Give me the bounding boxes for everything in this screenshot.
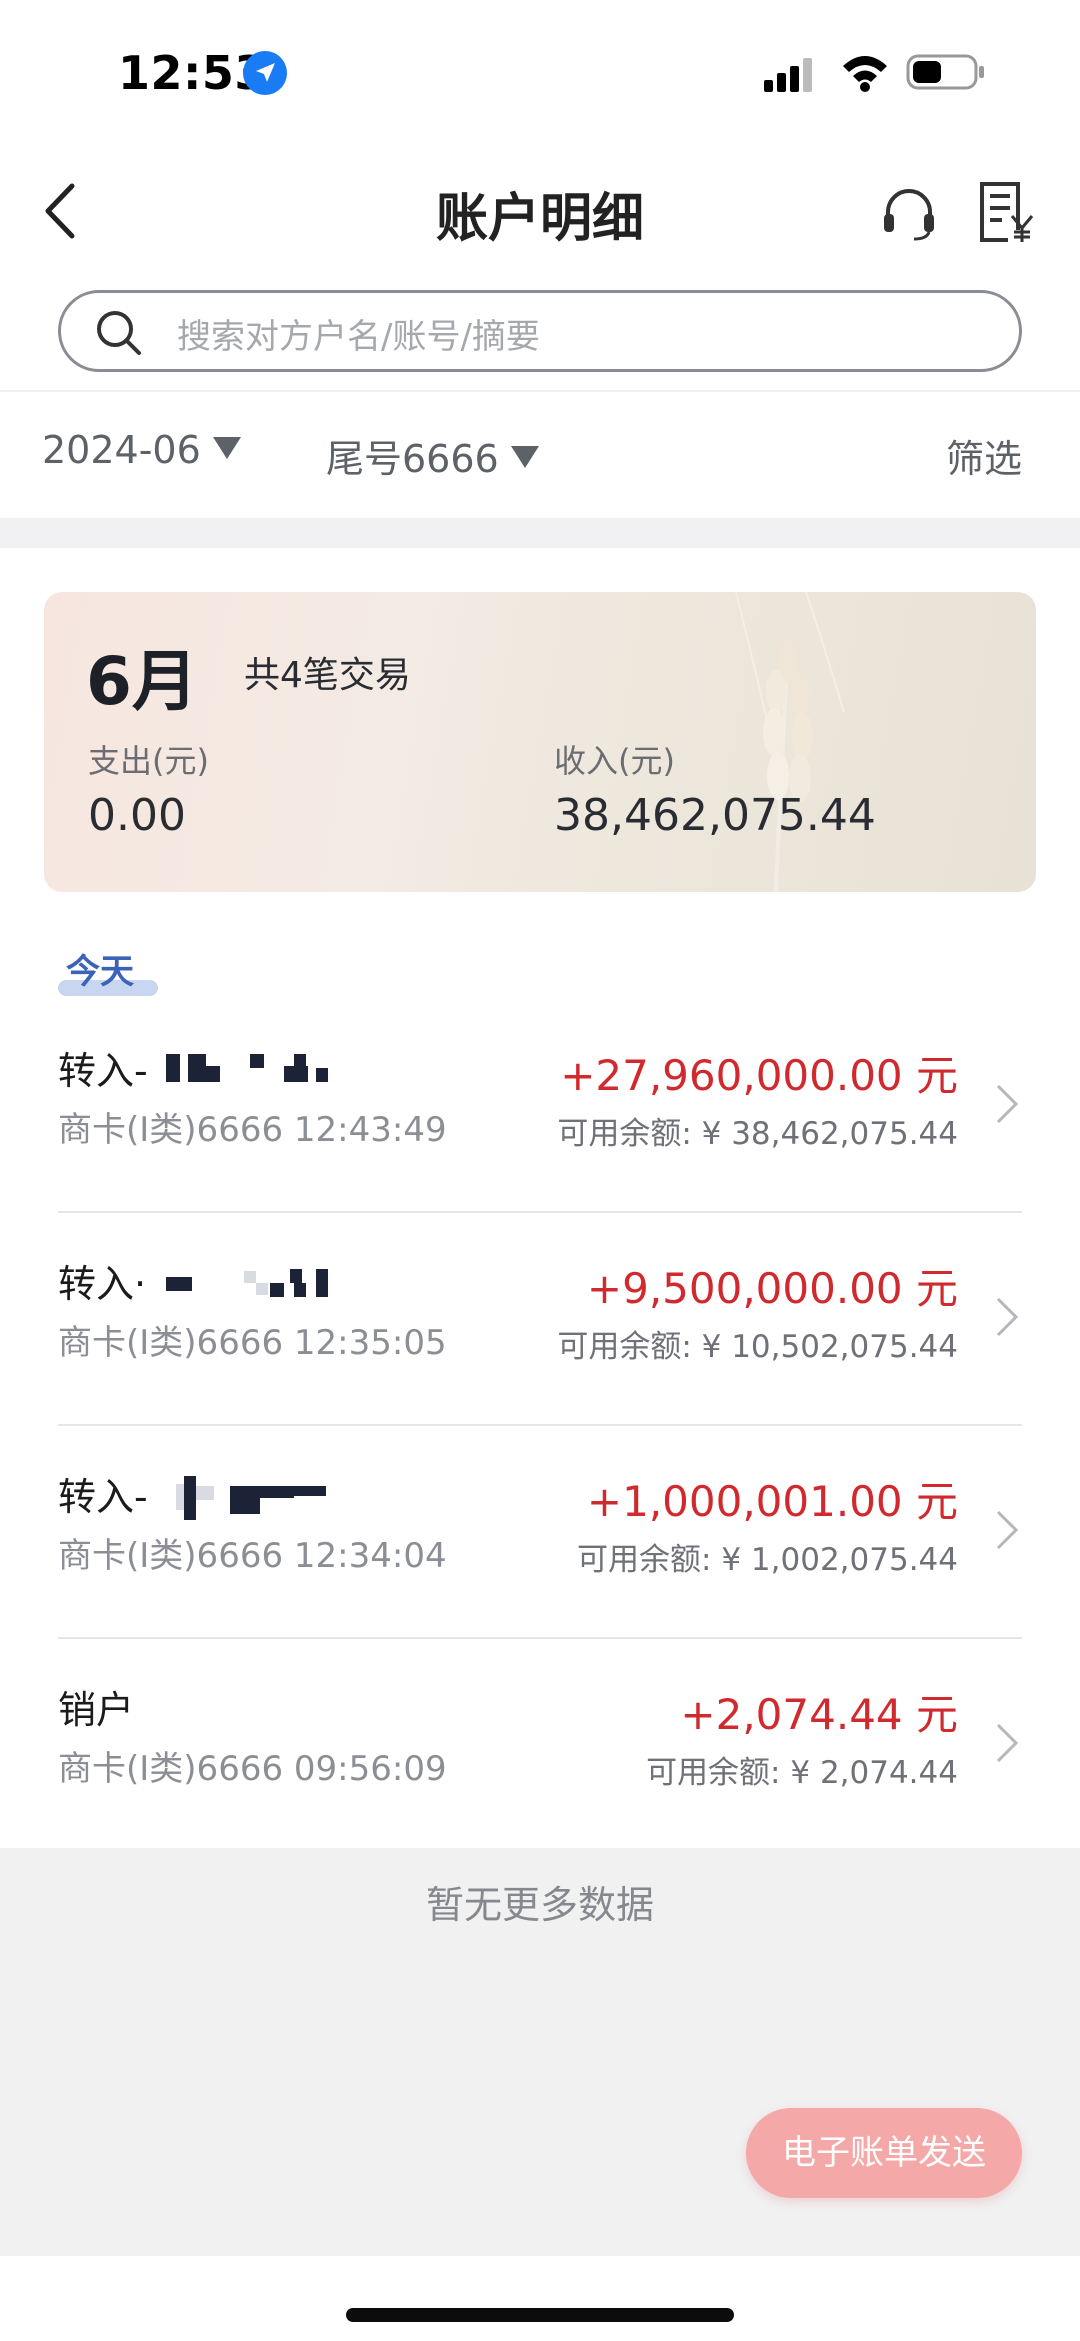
- date-section-header: 今天: [58, 944, 158, 996]
- card-filter-label: 尾号6666: [326, 437, 499, 481]
- chevron-right-icon: [996, 1723, 1019, 1763]
- expense-label: 支出(元): [88, 742, 209, 780]
- transaction-meta: 商卡(Ⅰ类)6666 12:43:49: [58, 1110, 447, 1150]
- transaction-balance: 可用余额: ¥ 1,002,075.44: [577, 1542, 958, 1578]
- card-filter[interactable]: 尾号6666: [326, 428, 539, 483]
- wifi-icon: [843, 56, 887, 92]
- transaction-meta: 商卡(Ⅰ类)6666 09:56:09: [58, 1749, 447, 1789]
- dropdown-triangle-icon: [212, 437, 241, 459]
- today-label: 今天: [66, 952, 134, 992]
- customer-service-icon[interactable]: [880, 184, 938, 242]
- transaction-amount: +27,960,000.00 元: [560, 1051, 958, 1100]
- monthly-summary-card: 6月 共4笔交易 支出(元) 0.00 收入(元) 38,462,075.44: [44, 592, 1036, 892]
- search-placeholder: 搜索对方户名/账号/摘要: [177, 317, 540, 357]
- status-bar: 12:53: [0, 0, 1080, 140]
- transaction-type: 转入·: [58, 1262, 147, 1306]
- transaction-balance: 可用余额: ¥ 2,074.44: [646, 1755, 958, 1791]
- chevron-right-icon: [996, 1084, 1019, 1124]
- chevron-right-icon: [996, 1297, 1019, 1337]
- search-input[interactable]: 搜索对方户名/账号/摘要: [58, 290, 1022, 372]
- cellular-signal-icon: [764, 58, 812, 92]
- home-indicator[interactable]: [346, 2308, 734, 2322]
- transaction-type: 转入-: [58, 1475, 148, 1519]
- transaction-row[interactable]: 转入· 商卡(Ⅰ类)6666 12:35:05 +9,500,000.00 元 …: [58, 1213, 1022, 1426]
- divider: [0, 390, 1080, 392]
- redacted-counterparty: [176, 1472, 336, 1520]
- transaction-row[interactable]: 转入- 商卡(Ⅰ类)6666 12:43:49 +27,960,000.00 元…: [58, 1000, 1022, 1213]
- expense-value: 0.00: [88, 790, 186, 841]
- transaction-type: 销户: [58, 1688, 135, 1732]
- transaction-balance: 可用余额: ¥ 38,462,075.44: [557, 1116, 958, 1152]
- income-label: 收入(元): [554, 742, 675, 780]
- date-filter[interactable]: 2024-06: [42, 428, 241, 472]
- search-icon: [97, 311, 141, 355]
- transaction-meta: 商卡(Ⅰ类)6666 12:35:05: [58, 1323, 447, 1363]
- section-separator: [0, 518, 1080, 548]
- transaction-amount: +2,074.44 元: [680, 1690, 958, 1739]
- dropdown-triangle-icon: [510, 446, 539, 468]
- transaction-meta: 商卡(Ⅰ类)6666 12:34:04: [58, 1536, 447, 1576]
- redacted-counterparty: [166, 1259, 328, 1299]
- send-e-statement-button[interactable]: 电子账单发送: [746, 2108, 1022, 2198]
- transaction-row[interactable]: 转入- 商卡(Ⅰ类)6666 12:34:04 +1,000,001.00 元 …: [58, 1426, 1022, 1639]
- transaction-amount: +1,000,001.00 元: [586, 1477, 958, 1526]
- statement-icon[interactable]: [978, 180, 1034, 244]
- wheat-illustration: [735, 592, 845, 892]
- date-filter-label: 2024-06: [42, 428, 201, 472]
- chevron-right-icon: [996, 1510, 1019, 1550]
- income-value: 38,462,075.44: [554, 790, 876, 841]
- filter-button[interactable]: 筛选: [946, 428, 1022, 483]
- summary-month: 6月: [86, 643, 198, 720]
- transaction-type: 转入-: [58, 1049, 148, 1093]
- transaction-row[interactable]: 销户 商卡(Ⅰ类)6666 09:56:09 +2,074.44 元 可用余额:…: [58, 1639, 1022, 1852]
- redacted-counterparty: [166, 1046, 328, 1086]
- location-arrow-icon: [243, 51, 287, 95]
- battery-icon: [906, 54, 984, 90]
- summary-transaction-count: 共4笔交易: [244, 655, 411, 696]
- transaction-amount: +9,500,000.00 元: [586, 1264, 958, 1313]
- no-more-data-text: 暂无更多数据: [425, 1883, 654, 1927]
- transaction-balance: 可用余额: ¥ 10,502,075.44: [557, 1329, 958, 1365]
